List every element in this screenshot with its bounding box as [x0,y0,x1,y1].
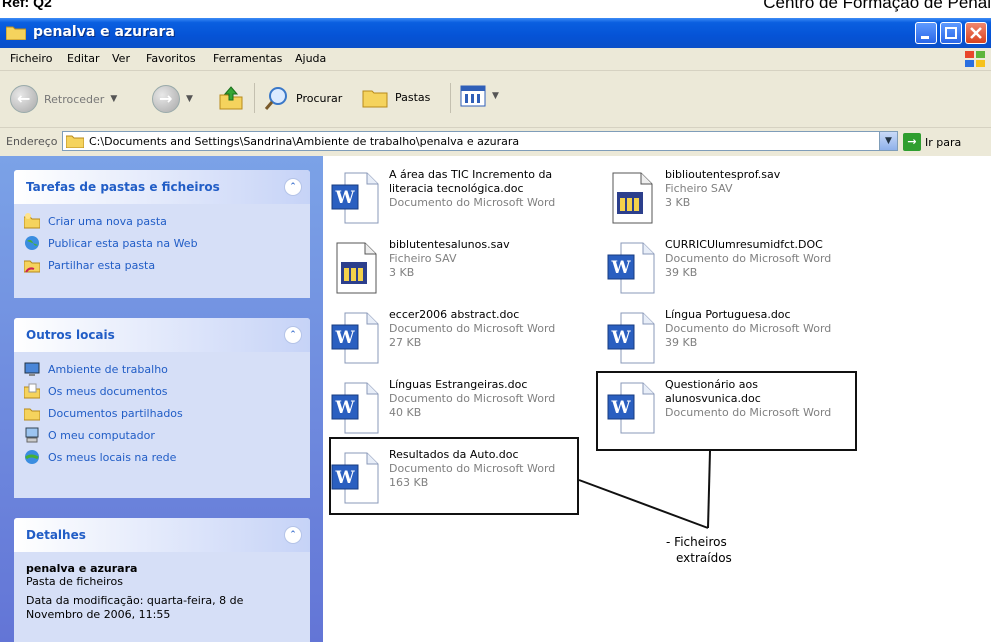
callout-line2: extraídos [676,551,732,565]
callout-line1: Ficheiros [674,535,727,549]
callout-bullet: - [666,535,671,549]
callout-lines [578,450,711,529]
callout-label: - Ficheiros extraídos [666,534,732,566]
